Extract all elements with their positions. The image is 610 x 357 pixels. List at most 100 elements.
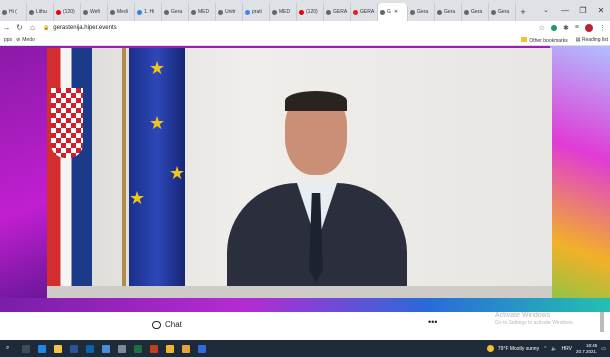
new-tab-button[interactable]: +: [516, 3, 530, 21]
browser-tab[interactable]: MED: [189, 3, 216, 21]
edge-icon[interactable]: [38, 344, 46, 353]
google-icon: [245, 9, 250, 15]
browser-tab[interactable]: GERA: [324, 3, 351, 21]
tab-favicon-icon: [437, 9, 442, 15]
folder-icon: [521, 36, 528, 42]
address-text: gerastenija.hiper.events: [53, 24, 117, 31]
star-icon: ★: [149, 113, 166, 133]
browser-tab[interactable]: Unitr: [216, 3, 243, 21]
language-indicator[interactable]: HRV: [562, 346, 572, 352]
scrollbar[interactable]: [600, 312, 604, 332]
lock-icon: 🔒: [43, 24, 50, 31]
forward-icon[interactable]: →: [0, 23, 13, 32]
weather-sun-icon: [486, 345, 494, 352]
browser-tab[interactable]: (120): [297, 3, 324, 21]
activation-watermark: Activate Windows Go to Settings to activ…: [495, 312, 574, 326]
address-bar[interactable]: 🔒 gerastenija.hiper.events: [43, 22, 513, 33]
volume-icon[interactable]: 🔈: [551, 346, 557, 352]
file-explorer-icon[interactable]: [54, 344, 62, 353]
star-icon: ★: [149, 58, 166, 78]
mail-icon[interactable]: [102, 344, 110, 353]
tab-strip: Hi ( Lithu (120) Wefi Medi 1. Hi Gera ME…: [0, 0, 610, 21]
browser-tab[interactable]: GERA: [351, 3, 378, 21]
bookmark-item[interactable]: pps: [4, 37, 12, 43]
system-tray: 79°F Mostly sunny ⌃ 🔈 HRV 18:45 20.7.202…: [486, 340, 606, 357]
home-icon[interactable]: ⌂: [26, 23, 39, 32]
browser-tab[interactable]: Medi: [108, 3, 135, 21]
tray-chevron-icon[interactable]: ⌃: [543, 346, 547, 352]
meeting-stage: ★ ★ ★ ★: [0, 46, 610, 312]
youtube-icon: [299, 9, 304, 15]
browser-tab[interactable]: Hi (: [0, 3, 27, 21]
extensions-puzzle-icon[interactable]: ✱: [563, 24, 569, 32]
bookmark-item[interactable]: ⊘ Medo: [16, 37, 35, 43]
tab-favicon-icon: [29, 9, 34, 15]
croatian-flag: [47, 48, 92, 298]
browser-tab-active[interactable]: G ✕: [378, 3, 408, 21]
bookmark-star-icon[interactable]: ☆: [539, 24, 545, 32]
weather-text[interactable]: 79°F Mostly sunny: [498, 346, 539, 352]
browser-tab[interactable]: 1. Hi: [135, 3, 162, 21]
tab-favicon-icon: [491, 9, 496, 15]
browser-tab[interactable]: Gera: [435, 3, 462, 21]
reading-list-icon[interactable]: ≡: [575, 24, 579, 31]
browser-tab[interactable]: Gera: [489, 3, 516, 21]
reading-list[interactable]: ▤ Reading list: [576, 37, 608, 43]
browser-tab[interactable]: prati: [243, 3, 270, 21]
youtube-icon: [56, 9, 61, 15]
word-icon[interactable]: [70, 344, 78, 353]
browser-tab[interactable]: Gera: [462, 3, 489, 21]
video-feed[interactable]: ★ ★ ★ ★: [47, 48, 552, 298]
flag-pole: [122, 48, 126, 298]
tab-favicon-icon: [218, 9, 223, 15]
clock[interactable]: 18:45 20.7.2021.: [576, 343, 597, 355]
tab-favicon-icon: [164, 9, 169, 15]
tab-search-icon[interactable]: ⌄: [543, 6, 549, 14]
browser-tab[interactable]: Wefi: [81, 3, 108, 21]
app-icon[interactable]: [118, 344, 126, 353]
decor-right: [550, 46, 610, 312]
profile-avatar[interactable]: [585, 23, 593, 32]
other-bookmarks[interactable]: Other bookmarks: [521, 36, 568, 44]
excel-icon[interactable]: [134, 344, 142, 353]
bookmarks-bar: pps ⊘ Medo Other bookmarks ▤ Reading list: [0, 34, 610, 46]
tab-favicon-icon: [83, 9, 88, 15]
tab-favicon-icon: [410, 9, 415, 15]
minimize-icon[interactable]: —: [556, 0, 574, 21]
tab-favicon-icon: [464, 9, 469, 15]
tab-favicon-icon: [110, 9, 115, 15]
reload-icon[interactable]: ↻: [13, 23, 26, 32]
tab-favicon-icon: [2, 9, 7, 15]
red-cross-icon: [353, 9, 358, 15]
tab-favicon-icon: [137, 9, 142, 15]
tab-favicon-icon: [272, 9, 277, 15]
search-icon[interactable]: ⌕: [6, 345, 14, 353]
menu-icon[interactable]: ⋮: [599, 24, 606, 32]
app-icon[interactable]: [182, 344, 190, 353]
powerpoint-icon[interactable]: [150, 344, 158, 353]
windows-taskbar: ⌕ 79°F Mostly sunny ⌃ 🔈 HRV 18:45 20.7.2…: [0, 340, 610, 357]
chat-button[interactable]: Chat: [152, 320, 182, 329]
restore-icon[interactable]: ❐: [574, 0, 592, 21]
meeting-controls: Chat ••• Activate Windows Go to Settings…: [0, 312, 610, 340]
browser-tab[interactable]: (120): [54, 3, 81, 21]
close-window-icon[interactable]: ✕: [592, 0, 610, 21]
tab-favicon-icon: [191, 9, 196, 15]
photos-icon[interactable]: [198, 344, 206, 353]
star-icon: ★: [129, 188, 146, 208]
notification-icon[interactable]: ▭: [601, 346, 606, 352]
more-options-button[interactable]: •••: [428, 317, 437, 327]
browser-tab[interactable]: Lithu: [27, 3, 54, 21]
browser-tab[interactable]: Gera: [162, 3, 189, 21]
close-tab-icon[interactable]: ✕: [394, 9, 398, 15]
decor-bottom: [0, 298, 610, 312]
browser-tab[interactable]: Gera: [408, 3, 435, 21]
task-view-icon[interactable]: [22, 344, 30, 353]
browser-toolbar: → ↻ ⌂ 🔒 gerastenija.hiper.events ☆ ✱ ≡ ⋮: [0, 21, 610, 34]
tab-favicon-icon: [380, 9, 385, 15]
extension-icon[interactable]: [551, 24, 558, 31]
browser-tab[interactable]: MED: [270, 3, 297, 21]
chrome-icon[interactable]: [166, 344, 174, 353]
tab-favicon-icon: [326, 9, 331, 15]
outlook-icon[interactable]: [86, 344, 94, 353]
